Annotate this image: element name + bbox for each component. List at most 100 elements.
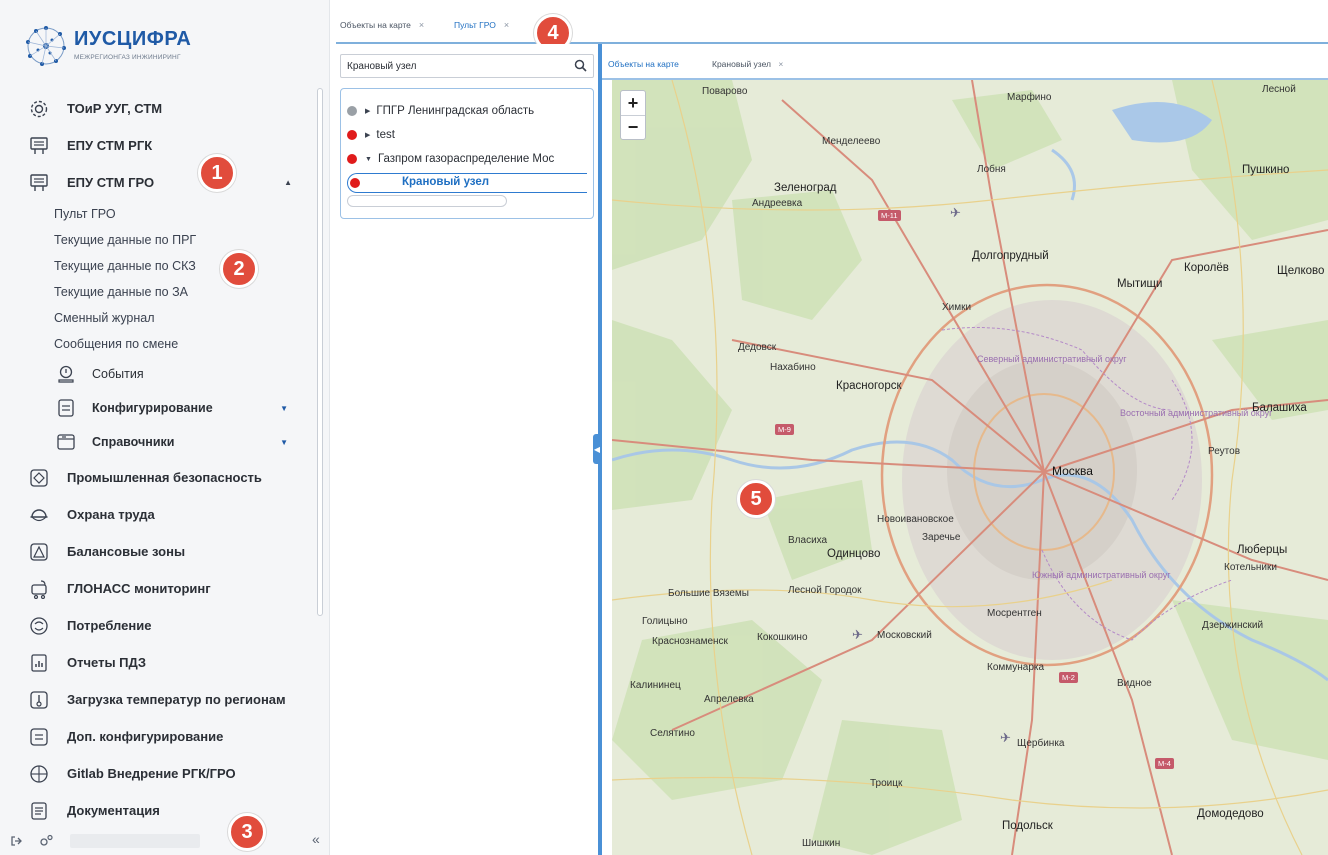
close-icon[interactable]: × (778, 59, 783, 69)
sidebar-item-label: Gitlab Внедрение РГК/ГРО (67, 766, 236, 781)
sidebar-subitem-shift-journal[interactable]: Сменный журнал (0, 305, 316, 331)
map-label: Одинцово (827, 548, 881, 560)
map-label: Химки (942, 302, 972, 313)
sidebar-item-gitlab[interactable]: Gitlab Внедрение РГК/ГРО (0, 755, 316, 792)
search-doc-icon (56, 364, 76, 384)
sidebar-item-consumption[interactable]: Потребление (0, 607, 316, 644)
map-label: Реутов (1208, 446, 1241, 457)
map-district-label: Восточный административный округ (1120, 408, 1273, 418)
sidebar-scrollbar-thumb[interactable] (317, 88, 323, 616)
map-label: Голицыно (642, 616, 688, 627)
tree-node[interactable]: ▶ test (347, 126, 395, 144)
chevron-down-icon[interactable]: ▼ (280, 438, 288, 447)
sidebar-footer: « (0, 826, 330, 855)
sidebar-item-labor-safety[interactable]: Охрана труда (0, 496, 316, 533)
map-label: Калининец (630, 680, 681, 691)
sidebar-subitem-shift-messages[interactable]: Сообщения по смене (0, 331, 316, 357)
map-label: Красногорск (836, 380, 902, 392)
tree-node-selected[interactable]: Крановый узел (347, 173, 587, 193)
map-label: Щербинка (1017, 738, 1065, 749)
satellite-icon (28, 578, 50, 600)
sidebar-subgroup-label: События (92, 367, 144, 381)
sidebar-item-glonass[interactable]: ГЛОНАСС мониторинг (0, 570, 316, 607)
sidebar-item-epu-rgk[interactable]: ЕПУ СТМ РГК (0, 127, 316, 164)
sidebar-subitem-skz[interactable]: Текущие данные по СКЗ (0, 253, 316, 279)
chevron-up-icon[interactable]: ▲ (284, 178, 292, 187)
map-label: Королёв (1184, 262, 1229, 274)
consumption-icon (28, 615, 50, 637)
sidebar-item-label: ГЛОНАСС мониторинг (67, 581, 211, 596)
tree-node-label: Крановый узел (402, 176, 490, 188)
server-icon (28, 726, 50, 748)
close-icon[interactable]: × (419, 20, 424, 30)
map-tab-objects[interactable]: Объекты на карте (608, 59, 679, 69)
sidebar-item-label: Отчеты ПДЗ (67, 655, 147, 670)
map-view[interactable]: + − Поварово Марфино Лесной Менделеево П… (612, 80, 1328, 855)
road-shield: М-11 (878, 210, 901, 221)
sidebar-subgroup-events[interactable]: События (0, 357, 316, 391)
sidebar-item-label: Документация (67, 803, 160, 818)
road-shield: М-2 (1059, 672, 1078, 683)
sidebar-item-epu-gro[interactable]: ЕПУ СТМ ГРО ▲ (0, 164, 316, 201)
caret-right-icon[interactable]: ▶ (365, 131, 370, 139)
zoom-in-button[interactable]: + (621, 91, 645, 115)
sidebar-nav: ТОиР УУГ, СТМ ЕПУ СТМ РГК ЕПУ СТМ ГРО ▲ … (0, 90, 316, 829)
sidebar-subitem-prg[interactable]: Текущие данные по ПРГ (0, 227, 316, 253)
user-name-blurred (70, 834, 200, 848)
sidebar-subitem-pult-gro[interactable]: Пульт ГРО (0, 201, 316, 227)
search-icon[interactable] (573, 58, 589, 74)
shield-icon (28, 467, 50, 489)
logo-name: ИУСЦИФРА (74, 28, 192, 50)
tree-node-label: Газпром газораспределение Мос (377, 153, 555, 165)
top-tab-bar: Объекты на карте × Пульт ГРО × 4 (336, 0, 1328, 52)
sidebar-subgroup-label: Конфигурирование (92, 401, 213, 415)
tree-search (340, 54, 594, 78)
map-label: Мытищи (1117, 278, 1163, 290)
sidebar: ИУСЦИФРА МЕЖРЕГИОНГАЗ ИНЖИНИРИНГ ТОиР УУ… (0, 0, 330, 855)
sidebar-item-label: ЕПУ СТМ РГК (67, 138, 153, 153)
map-label: Нахабино (770, 362, 816, 373)
annotation-marker-2: 2 (220, 250, 258, 288)
sidebar-item-pdz-reports[interactable]: Отчеты ПДЗ (0, 644, 316, 681)
collapse-panel-button[interactable]: ◀ (593, 434, 601, 464)
tab-objects-on-map[interactable]: Объекты на карте × (340, 20, 424, 30)
collapse-sidebar-button[interactable]: « (312, 831, 320, 847)
annotation-marker-1: 1 (198, 154, 236, 192)
tab-pult-gro[interactable]: Пульт ГРО × (454, 20, 509, 30)
close-icon[interactable]: × (504, 20, 509, 30)
sidebar-item-label: Потребление (67, 618, 152, 633)
search-input[interactable] (347, 58, 563, 74)
globe-icon (28, 763, 50, 785)
tree-horizontal-scrollbar[interactable] (347, 195, 507, 207)
sidebar-item-industrial-safety[interactable]: Промышленная безопасность (0, 459, 316, 496)
sidebar-item-temperature-upload[interactable]: Загрузка температур по регионам (0, 681, 316, 718)
map-label: Дедовск (738, 342, 777, 353)
sidebar-scrollbar[interactable] (316, 88, 324, 616)
sidebar-item-toir[interactable]: ТОиР УУГ, СТМ (0, 90, 316, 127)
airport-icon: ✈ (852, 627, 863, 642)
map-district-label: Южный административный округ (1032, 570, 1171, 580)
sidebar-subitem-za[interactable]: Текущие данные по ЗА (0, 279, 316, 305)
logout-icon[interactable] (8, 833, 24, 849)
chevron-down-icon[interactable]: ▼ (280, 404, 288, 413)
sidebar-item-balance-zones[interactable]: Балансовые зоны (0, 533, 316, 570)
sidebar-subgroup-label: Справочники (92, 435, 175, 449)
zoom-out-button[interactable]: − (621, 115, 645, 139)
sidebar-item-extra-config[interactable]: Доп. конфигурирование (0, 718, 316, 755)
annotation-marker-3: 3 (228, 813, 266, 851)
caret-right-icon[interactable]: ▶ (365, 107, 370, 115)
tree-node[interactable]: ▼ Газпром газораспределение Мос (347, 150, 554, 168)
sidebar-item-documentation[interactable]: Документация (0, 792, 316, 829)
document-icon (28, 800, 50, 822)
caret-down-icon[interactable]: ▼ (365, 156, 372, 163)
sidebar-subgroup-references[interactable]: Справочники ▼ (0, 425, 316, 459)
logo-subtitle: МЕЖРЕГИОНГАЗ ИНЖИНИРИНГ (74, 54, 181, 61)
map-tab-crane-node[interactable]: Крановый узел × (712, 59, 783, 69)
map-district-label: Северный административный округ (977, 354, 1127, 364)
tree-node[interactable]: ▶ ГПГР Ленинградская область (347, 102, 534, 120)
logo[interactable]: ИУСЦИФРА МЕЖРЕГИОНГАЗ ИНЖИНИРИНГ (22, 22, 302, 72)
sidebar-subgroup-config[interactable]: Конфигурирование ▼ (0, 391, 316, 425)
gear-icon (28, 98, 50, 120)
settings-icon[interactable] (38, 833, 54, 849)
map-tiles (612, 80, 1328, 855)
